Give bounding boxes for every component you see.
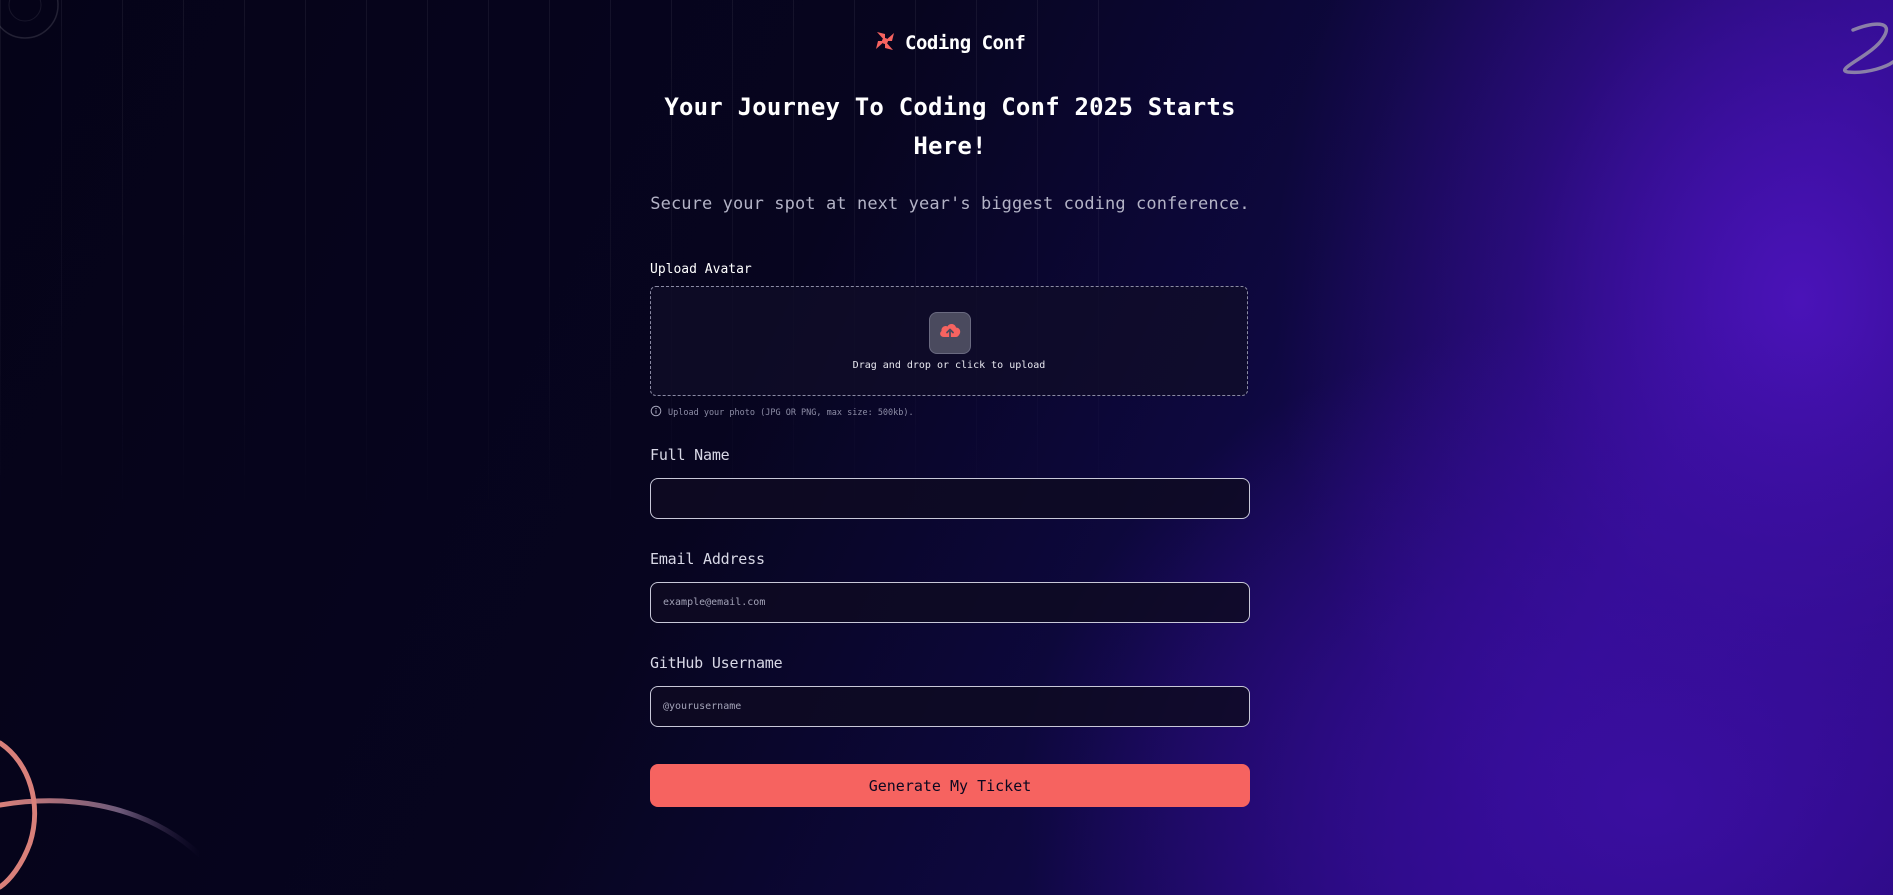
brand-logo[interactable]: Coding Conf (873, 29, 1026, 57)
brand-name: Coding Conf (905, 32, 1026, 54)
avatar-hint-text: Upload your photo (JPG OR PNG, max size:… (668, 407, 914, 418)
dropzone-text: Drag and drop or click to upload (852, 360, 1046, 371)
ticket-form: Upload Avatar Drag and drop or click to … (650, 262, 1250, 807)
github-label: GitHub Username (650, 654, 783, 672)
avatar-label: Upload Avatar (650, 262, 752, 277)
full-name-label: Full Name (650, 446, 730, 464)
email-input[interactable] (650, 582, 1250, 623)
coding-conf-logo-icon (873, 29, 897, 57)
full-name-input[interactable] (650, 478, 1250, 519)
email-label: Email Address (650, 550, 765, 568)
avatar-dropzone[interactable]: Drag and drop or click to upload (650, 286, 1248, 396)
avatar-hint: Upload your photo (JPG OR PNG, max size:… (650, 405, 1250, 420)
info-icon (650, 405, 662, 420)
github-username-input[interactable] (650, 686, 1250, 727)
cloud-upload-icon (938, 321, 962, 345)
page-title: Your Journey To Coding Conf 2025 Starts … (664, 93, 1236, 160)
page-subtitle: Secure your spot at next year's biggest … (650, 194, 1250, 214)
upload-icon-container (929, 312, 971, 354)
page: Coding Conf Your Journey To Coding Conf … (0, 0, 1893, 895)
generate-ticket-button[interactable]: Generate My Ticket (650, 764, 1250, 807)
